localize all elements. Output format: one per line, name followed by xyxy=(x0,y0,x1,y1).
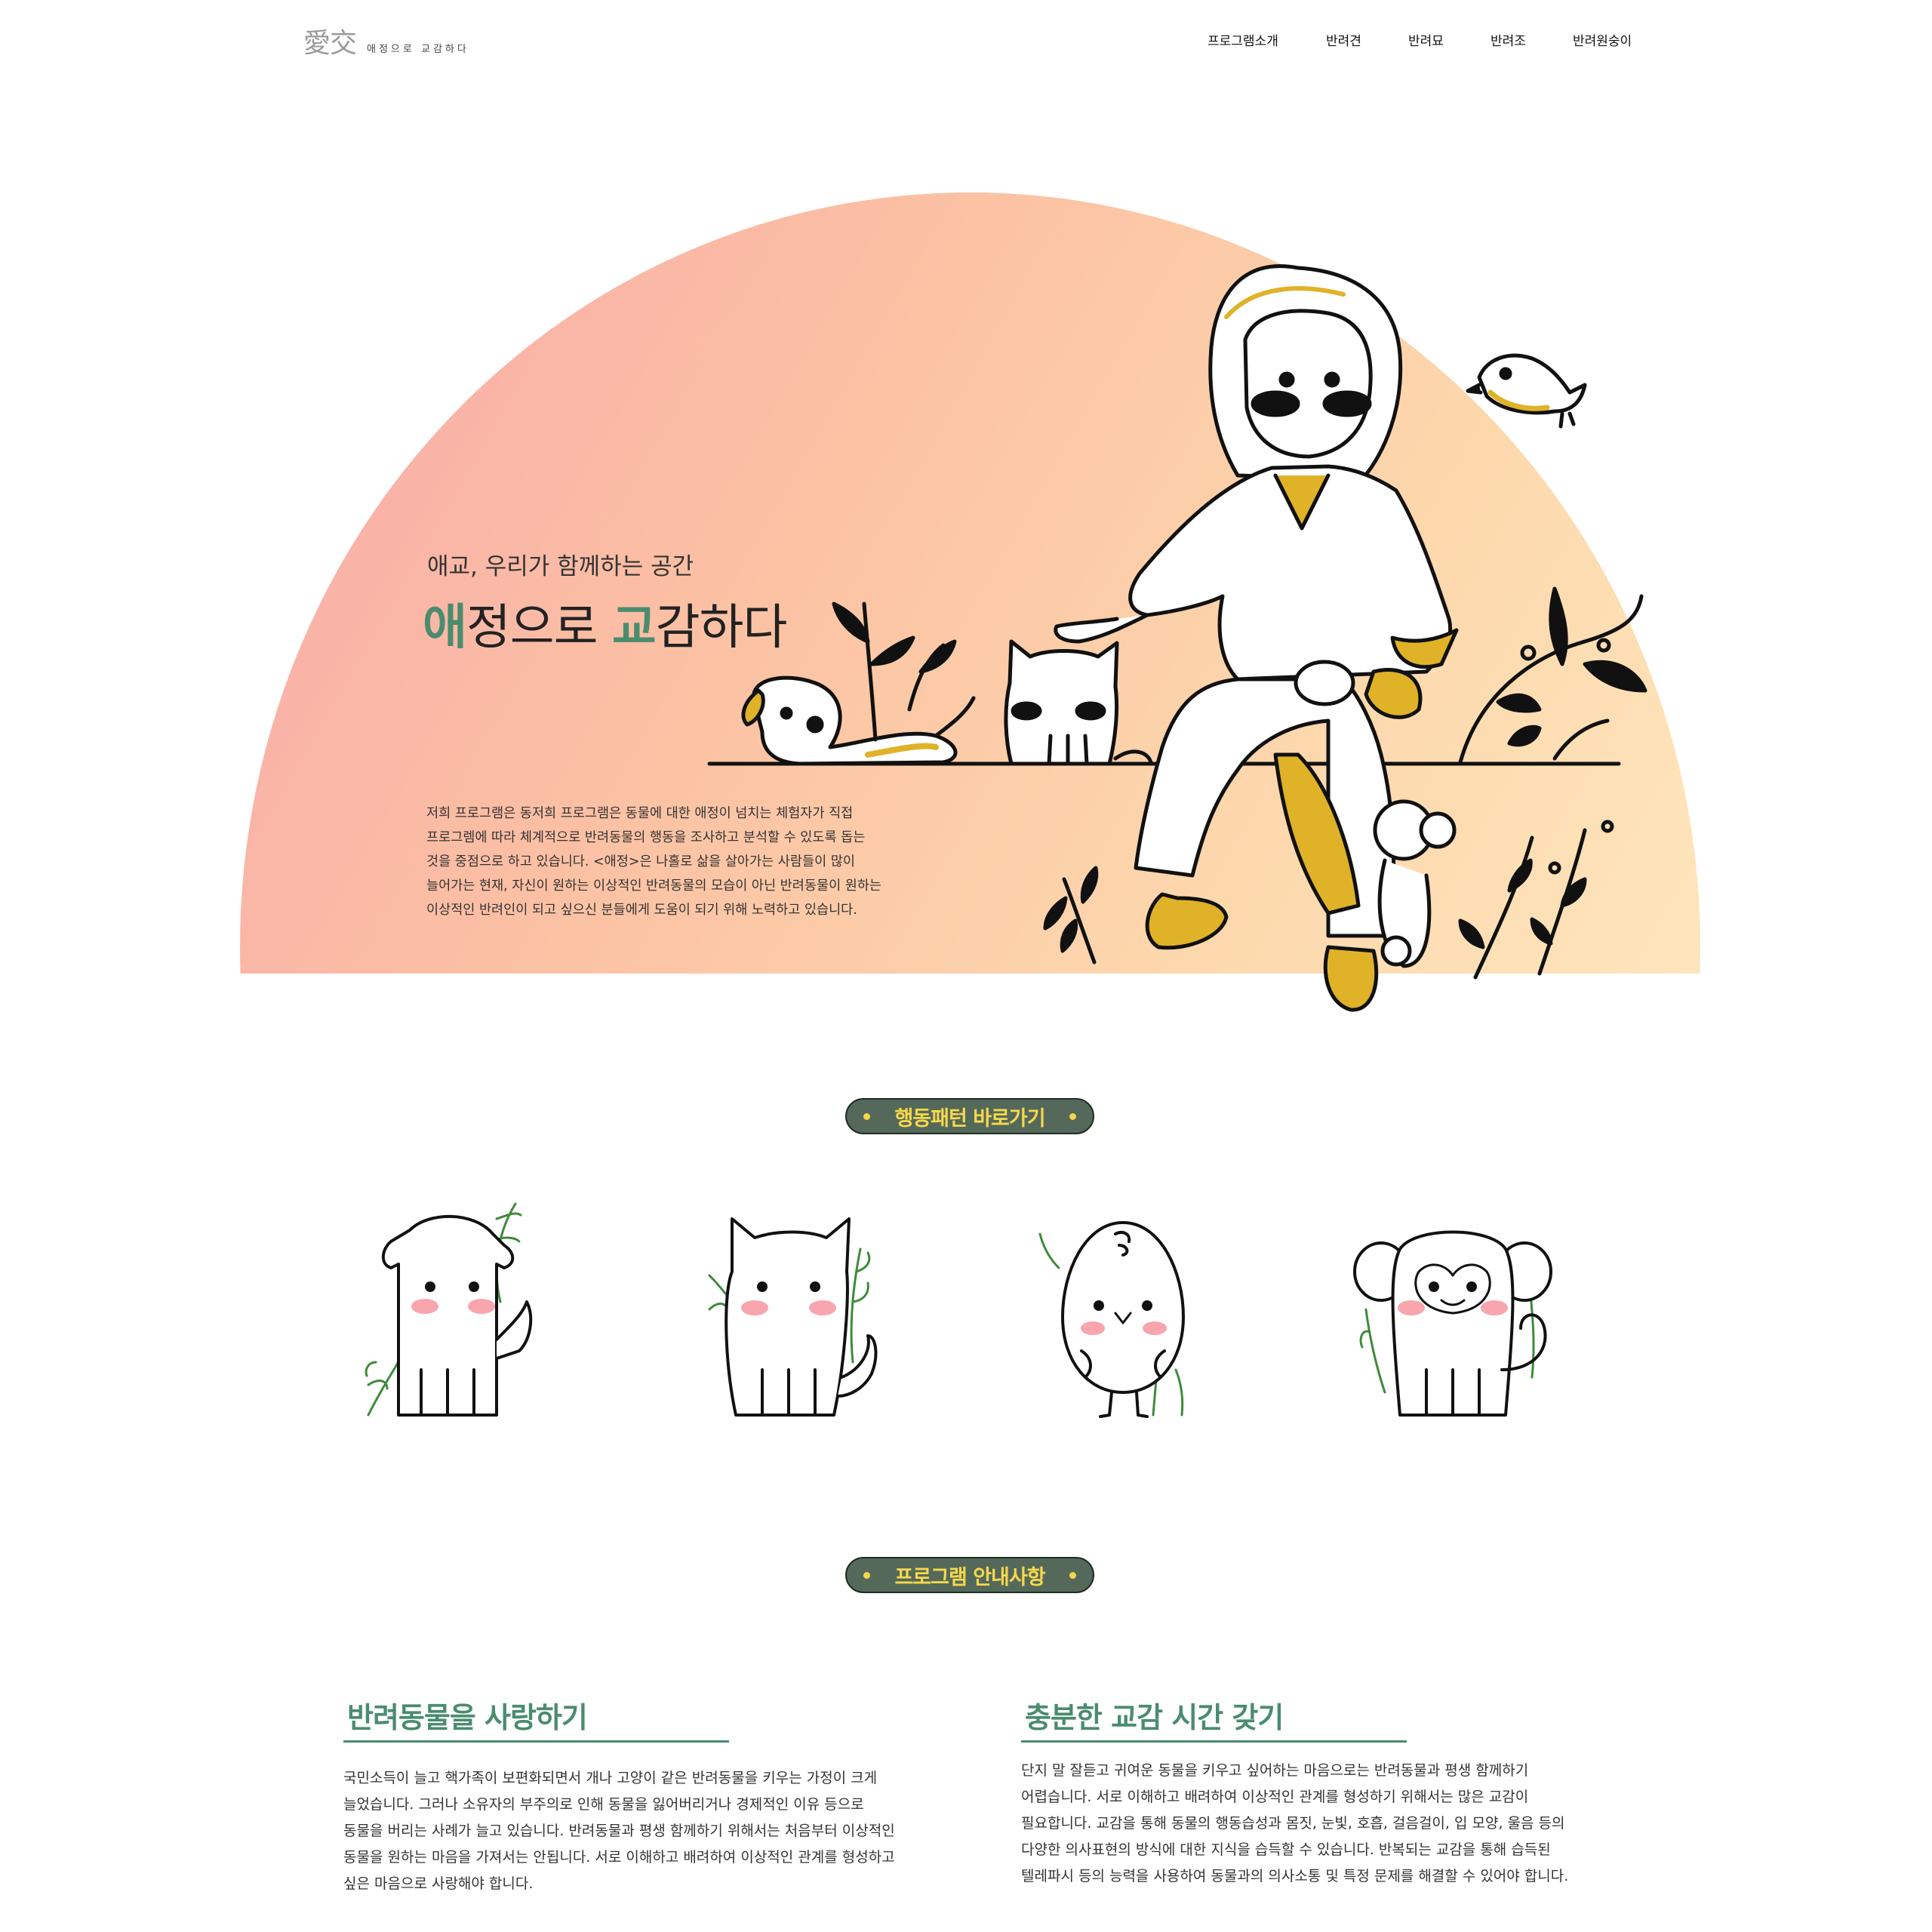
pill-dot-icon xyxy=(863,1572,870,1579)
monkey-icon[interactable] xyxy=(1340,1189,1566,1430)
program-pill-button[interactable]: 프로그램 안내사항 xyxy=(845,1557,1094,1593)
hero-description-line: 것을 중점으로 하고 있습니다. <애정>은 나홀로 삶을 살아가는 사람들이 … xyxy=(426,854,855,869)
hero-title-accent-2: 교 xyxy=(611,600,657,656)
nav-item-cat[interactable]: 반려묘 xyxy=(1408,30,1444,49)
hero-title-part-2: 정으로 xyxy=(466,600,612,656)
program-body-line: 동물을 버리는 사례가 늘고 있습니다. 반려동물과 평생 함께하기 위해서는 … xyxy=(343,1823,895,1839)
program-section-love: 반려동물을 사랑하기 국민소득이 늘고 핵가족이 보편화되면서 개나 고양이 같… xyxy=(343,1694,1008,1897)
nav-item-program[interactable]: 프로그램소개 xyxy=(1208,30,1278,49)
hero-subtitle: 애교, 우리가 함께하는 공간 xyxy=(427,553,694,580)
pill-dot-icon xyxy=(1069,1572,1076,1579)
program-section-body: 단지 말 잘듣고 귀여운 동물을 키우고 싶어하는 마음으로는 반려동물과 평생… xyxy=(1021,1758,1685,1890)
program-body-line: 늘었습니다. 그러나 소유자의 부주의로 인해 동물을 잃어버리거나 경제적인 … xyxy=(343,1796,864,1813)
program-body-line: 필요합니다. 교감을 통해 동물의 행동습성과 몸짓, 눈빛, 호흡, 걸음걸이… xyxy=(1021,1815,1565,1832)
program-pill-label: 프로그램 안내사항 xyxy=(894,1565,1045,1589)
hero-title: 애정으로 교감하다 xyxy=(423,589,788,658)
program-section-bond: 충분한 교감 시간 갖기 단지 말 잘듣고 귀여운 동물을 키우고 싶어하는 마… xyxy=(1021,1694,1685,1890)
bird-icon[interactable] xyxy=(1010,1189,1236,1430)
pill-dot-icon xyxy=(863,1113,870,1120)
main-nav: 프로그램소개 반려견 반려묘 반려조 반려원숭이 xyxy=(1208,30,1638,53)
dog-icon[interactable] xyxy=(346,1189,572,1430)
nav-item-dog[interactable]: 반려견 xyxy=(1326,30,1361,49)
logo-mark: 愛交 xyxy=(303,28,357,59)
hero-description: 저희 프로그램은 동저희 프로그램은 동물에 대한 애정이 넘치는 체험자가 직… xyxy=(426,801,970,922)
program-body-line: 텔레파시 등의 능력을 사용하여 동물과의 의사소통 및 특정 문제를 해결할 … xyxy=(1021,1868,1569,1884)
hero-description-line: 이상적인 반려인이 되고 싶으신 분들에게 도움이 되기 위해 노력하고 있습니… xyxy=(426,903,857,918)
program-body-line: 다양한 의사표현의 방식에 대한 지식을 습득할 수 있습니다. 반복되는 교감… xyxy=(1021,1841,1551,1858)
nav-item-monkey[interactable]: 반려원숭이 xyxy=(1573,30,1632,49)
nav-item-bird[interactable]: 반려조 xyxy=(1491,30,1526,49)
shortcut-pill-button[interactable]: 행동패턴 바로가기 xyxy=(845,1098,1094,1134)
program-body-line: 국민소득이 늘고 핵가족이 보편화되면서 개나 고양이 같은 반려동물을 키우는… xyxy=(343,1770,878,1786)
program-body-line: 단지 말 잘듣고 귀여운 동물을 키우고 싶어하는 마음으로는 반려동물과 평생… xyxy=(1021,1762,1529,1779)
site-header: 愛交 애정으로 교감하다 프로그램소개 반려견 반려묘 반려조 반려원숭이 xyxy=(0,0,1932,83)
pill-dot-icon xyxy=(1069,1113,1076,1120)
hero-description-line: 늘어가는 현재, 자신이 원하는 이상적인 반려동물의 모습이 아닌 반려동물이… xyxy=(426,878,882,894)
program-section-body: 국민소득이 늘고 핵가족이 보편화되면서 개나 고양이 같은 반려동물을 키우는… xyxy=(343,1765,1008,1897)
shortcut-pill-label: 행동패턴 바로가기 xyxy=(894,1106,1045,1131)
program-section-title: 충분한 교감 시간 갖기 xyxy=(1021,1694,1407,1743)
hero-description-line: 저희 프로그램은 동저희 프로그램은 동물에 대한 애정이 넘치는 체험자가 직… xyxy=(426,806,854,821)
hero-description-line: 프로그렘에 따라 체계적으로 반려동물의 행동을 조사하고 분석할 수 있도록 … xyxy=(426,830,866,845)
logo[interactable]: 愛交 애정으로 교감하다 xyxy=(303,21,469,60)
logo-tagline: 애정으로 교감하다 xyxy=(367,44,469,55)
program-body-line: 싶은 마음으로 사랑해야 합니다. xyxy=(343,1875,534,1892)
cat-icon[interactable] xyxy=(679,1189,906,1430)
program-body-line: 어렵습니다. 서로 이해하고 배려하여 이상적인 관계를 형성하기 위해서는 많… xyxy=(1021,1789,1529,1805)
hero-title-accent-1: 애 xyxy=(423,600,467,656)
program-section-title: 반려동물을 사랑하기 xyxy=(343,1694,729,1743)
program-body-line: 동물을 원하는 마음을 가져서는 안됩니다. 서로 이해하고 배려하여 이상적인… xyxy=(343,1849,895,1866)
hero-title-part-4: 감하다 xyxy=(655,600,788,656)
